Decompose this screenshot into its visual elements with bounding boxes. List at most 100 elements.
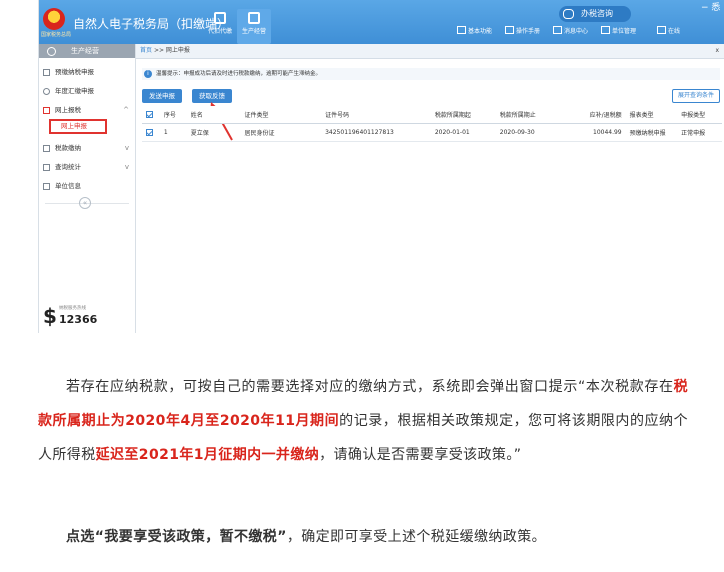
sidebar-item-label: 网上报税: [55, 106, 81, 114]
col-header: 税款所属期起: [430, 106, 496, 124]
expand-query-button[interactable]: 展开查询条件: [672, 89, 720, 103]
toplink-label: 单位管理: [612, 28, 637, 35]
clock-icon: [43, 88, 50, 95]
toplink-messages[interactable]: 消息中心: [553, 26, 588, 35]
col-header: 证件类型: [240, 106, 322, 124]
sidebar-item-online-tax[interactable]: 网上报税 ^: [39, 101, 135, 120]
table-cell: 预缴纳税申报: [625, 123, 678, 142]
main-panel: 首页 >> 网上申报 x i 温馨提示：申报成功后请及时进行税款缴纳，逾期可能产…: [136, 44, 724, 333]
bold-text: 点选“我要享受该政策，暂不缴税”: [66, 529, 287, 545]
toplink-basic[interactable]: 基本功能: [457, 26, 492, 35]
warm-tip: i 温馨提示：申报成功后请及时进行税款缴纳，逾期可能产生滞纳金。: [142, 68, 720, 80]
info-icon: i: [144, 70, 152, 78]
row-checkbox[interactable]: [142, 123, 160, 142]
module-label: 生产经营: [241, 28, 266, 35]
table-cell: 10044.99: [560, 123, 626, 142]
breadcrumb-sep: >>: [153, 47, 164, 54]
col-header: 申报类型: [677, 106, 722, 124]
toplink-unit[interactable]: 单位管理: [601, 26, 636, 35]
toplink-label: 操作手册: [516, 28, 541, 35]
sidebar-header: 生产经营: [39, 44, 135, 58]
col-header: 序号: [159, 106, 187, 124]
tax-emblem-icon: [43, 8, 65, 30]
gear-icon: [47, 47, 56, 56]
table-cell: 居民身份证: [240, 123, 322, 142]
hotline-label: 纳税服务热线: [59, 306, 86, 311]
close-tab-icon[interactable]: x: [715, 44, 719, 58]
sidebar-item-label: 预缴纳税申报: [55, 68, 94, 76]
toplink-online[interactable]: 在线: [657, 26, 680, 35]
article-paragraph-1: 若存在应纳税款，可按自己的需要选择对应的缴纳方式，系统即会弹出窗口提示“本次税款…: [38, 370, 688, 472]
chevron-down-icon: v: [124, 163, 129, 171]
sidebar: 生产经营 预缴纳税申报 年度汇缴申报 网上报税 ^ 网上申报 税款缴纳 v 查询…: [39, 44, 136, 333]
table-cell: 2020-01-01: [430, 123, 496, 142]
message-icon: [553, 26, 562, 34]
sidebar-item-unit-info[interactable]: 单位信息: [39, 177, 135, 196]
top-bar: 国家税务总局 自然人电子税务局（扣缴端） 代扣代缴 生产经营 办税咨询 − 悉 …: [39, 0, 724, 44]
home-icon: [457, 26, 466, 34]
chevron-up-icon: ^: [123, 106, 129, 114]
database-icon: [248, 12, 260, 24]
table-cell: 2020-09-30: [495, 123, 561, 142]
highlight-text: 延迟至2021年1月征期内一并缴纳: [95, 447, 320, 463]
toplink-label: 在线: [668, 28, 681, 35]
hotline-badge: $ 纳税服务热线 12366: [43, 300, 109, 328]
body-text: ，请确认是否需要享受该政策。”: [319, 447, 522, 463]
module-business[interactable]: 生产经营: [237, 9, 271, 44]
breadcrumb-current: 网上申报: [165, 47, 190, 54]
sidebar-item-label: 查询统计: [55, 163, 81, 171]
sidebar-item-query[interactable]: 查询统计 v: [39, 158, 135, 177]
sidebar-collapse-button[interactable]: «: [79, 197, 91, 209]
sidebar-item-label: 税款缴纳: [55, 144, 81, 152]
col-header: 应补/退税额: [560, 106, 626, 124]
sidebar-item-label: 单位信息: [55, 182, 81, 190]
tax-app-screenshot: 国家税务总局 自然人电子税务局（扣缴端） 代扣代缴 生产经营 办税咨询 − 悉 …: [38, 0, 724, 333]
get-feedback-button[interactable]: 获取反馈: [192, 89, 232, 103]
body-text: 若存在应纳税款，可按自己的需要选择对应的缴纳方式，系统即会弹出窗口提示“本次税款…: [66, 379, 674, 395]
table-header-row: 序号 姓名 证件类型 证件号码 税款所属期起 税款所属期止 应补/退税额 报表类…: [142, 106, 722, 124]
send-icon: [43, 107, 50, 114]
list-icon: [43, 183, 50, 190]
book-icon: [505, 26, 514, 34]
search-icon: [43, 164, 50, 171]
body-text: ，确定即可享受上述个税延缓缴纳政策。: [286, 529, 547, 545]
sidebar-item-payment[interactable]: 税款缴纳 v: [39, 139, 135, 158]
toplink-label: 消息中心: [564, 28, 589, 35]
chat-bubble-icon: [563, 9, 574, 19]
filing-table: 序号 姓名 证件类型 证件号码 税款所属期起 税款所属期止 应补/退税额 报表类…: [142, 106, 722, 142]
breadcrumb-home[interactable]: 首页: [140, 47, 152, 54]
tip-text: 温馨提示：申报成功后请及时进行税款缴纳，逾期可能产生滞纳金。: [156, 71, 322, 77]
module-label: 代扣代缴: [207, 28, 232, 35]
consult-button[interactable]: 办税咨询: [559, 6, 631, 22]
table-cell: 夏立保: [186, 123, 241, 142]
building-icon: [214, 12, 226, 24]
col-header: 姓名: [186, 106, 241, 124]
sidebar-item-annual[interactable]: 年度汇缴申报: [39, 82, 135, 101]
col-header: 证件号码: [321, 106, 431, 124]
breadcrumb: 首页 >> 网上申报 x: [136, 44, 724, 59]
consult-label: 办税咨询: [581, 9, 613, 18]
table-row[interactable]: 1 夏立保 居民身份证 342501196401127813 2020-01-0…: [142, 123, 722, 142]
hotline-number: 12366: [59, 313, 98, 326]
emblem-caption: 国家税务总局: [41, 32, 72, 38]
toplink-manual[interactable]: 操作手册: [505, 26, 540, 35]
article-paragraph-2: 点选“我要享受该政策，暂不缴税”，确定即可享受上述个税延缓缴纳政策。: [38, 520, 688, 554]
sidebar-header-label: 生产经营: [71, 47, 99, 55]
calendar-icon: [43, 69, 50, 76]
building-icon: [601, 26, 610, 34]
sidebar-item-label: 年度汇缴申报: [55, 87, 94, 95]
window-controls[interactable]: − 悉: [701, 0, 720, 13]
sidebar-subitem-online-filing[interactable]: 网上申报: [49, 119, 107, 134]
col-header: 税款所属期止: [495, 106, 561, 124]
phone-icon: $: [43, 304, 57, 328]
toplink-label: 基本功能: [468, 28, 493, 35]
module-withholding[interactable]: 代扣代缴: [203, 12, 237, 35]
chevron-down-icon: v: [124, 144, 129, 152]
select-all-checkbox[interactable]: [142, 106, 160, 124]
table-cell: 342501196401127813: [321, 123, 431, 142]
send-filing-button[interactable]: 发送申报: [142, 89, 182, 103]
col-header: 报表类型: [625, 106, 678, 124]
sidebar-item-prepay[interactable]: 预缴纳税申报: [39, 63, 135, 82]
table-cell: 1: [159, 123, 187, 142]
chat-icon: [657, 26, 666, 34]
